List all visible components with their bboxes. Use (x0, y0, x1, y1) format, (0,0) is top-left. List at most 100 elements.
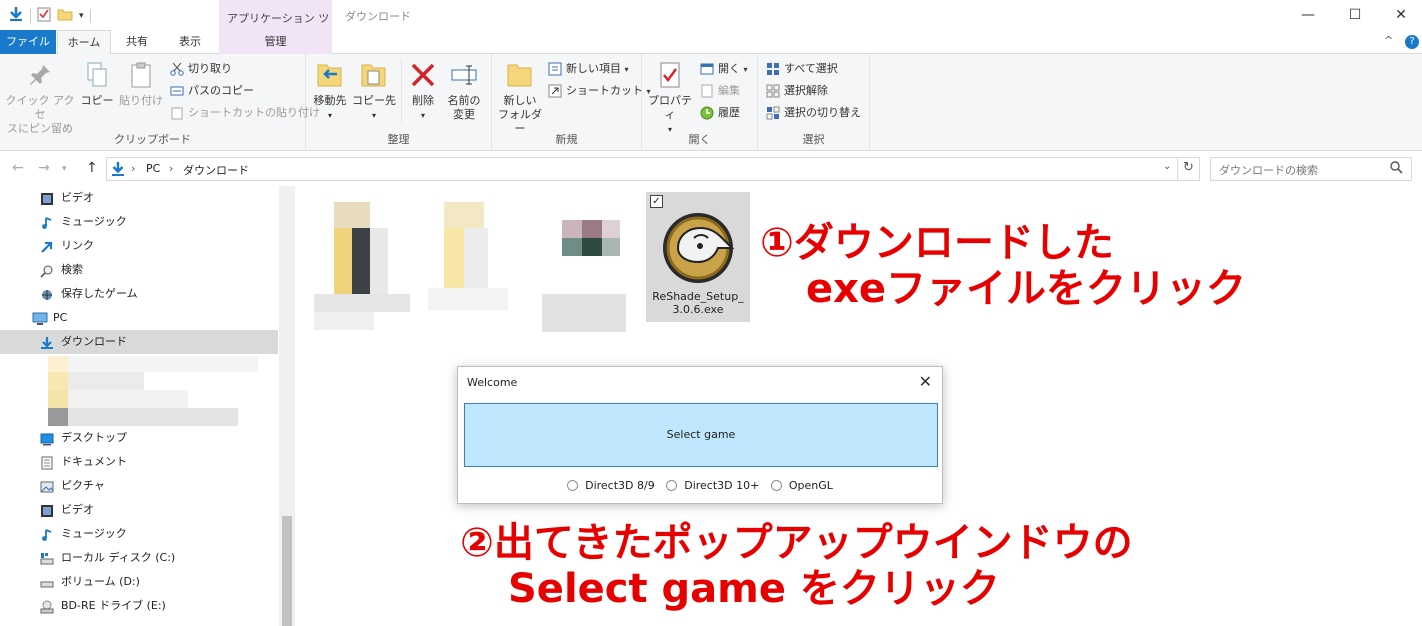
copy-path-button[interactable]: パスのコピー (170, 81, 254, 101)
annotation-step2-line1: ②出てきたポップアップウインドウの (460, 520, 1133, 566)
nav-item-search[interactable]: 検索 (0, 258, 278, 282)
qat-dropdown-icon[interactable]: ▾ (79, 11, 84, 21)
invert-selection-button[interactable]: 選択の切り替え (766, 103, 861, 123)
drive-icon (40, 575, 54, 589)
nav-item-desktop[interactable]: デスクトップ (0, 426, 278, 450)
pin-icon (25, 60, 55, 90)
nav-item-bdre-drive[interactable]: BD-RE ドライブ (E:) (0, 594, 278, 618)
new-item-button[interactable]: 新しい項目 ▾ (548, 59, 629, 79)
picture-icon (40, 479, 54, 493)
welcome-dialog: Welcome ✕ Select game Direct3D 8/9 Direc… (457, 366, 943, 504)
tab-share[interactable]: 共有 (112, 30, 162, 54)
new-folder-big-icon (505, 60, 535, 90)
blurred-file-3[interactable] (542, 216, 626, 334)
copy-to-button[interactable]: コピー先 ▾ (352, 60, 396, 123)
maximize-button[interactable]: ☐ (1332, 4, 1378, 26)
edit-button[interactable]: 編集 (700, 81, 740, 101)
paste-button[interactable]: 貼り付け (118, 60, 164, 108)
address-input[interactable]: › PC › ダウンロード ⌄ ↻ (106, 157, 1200, 181)
nav-item-music[interactable]: ミュージック (0, 210, 278, 234)
navigation-pane: ビデオ ミュージック リンク 検索 保存したゲーム PC ダウンロード デスクト… (0, 186, 278, 626)
blurred-file-2[interactable] (428, 198, 508, 310)
radio-opengl[interactable]: OpenGL (770, 479, 833, 492)
select-all-button[interactable]: すべて選択 (766, 59, 838, 79)
close-button[interactable]: ✕ (1378, 4, 1422, 26)
minimize-button[interactable]: — (1285, 4, 1331, 26)
group-open: プロパティ ▾ 開く ▾ 編集 履歴 開く (642, 54, 758, 151)
back-arrow-icon[interactable]: ← (12, 160, 24, 176)
nav-scroll-thumb[interactable] (282, 516, 292, 626)
tab-manage[interactable]: 管理 (219, 30, 332, 54)
copy-button[interactable]: コピー (80, 60, 114, 108)
blurred-file-1[interactable] (314, 198, 410, 330)
tab-view[interactable]: 表示 (164, 30, 216, 54)
title-bar: ▾ アプリケーション ツール ダウンロード — ☐ ✕ (0, 0, 1422, 41)
nav-item-volume-d[interactable]: ボリューム (D:) (0, 570, 278, 594)
history-button[interactable]: 履歴 (700, 103, 740, 123)
recent-locations-icon[interactable]: ▾ (62, 164, 67, 174)
delete-button[interactable]: 削除 ▾ (406, 60, 440, 123)
select-game-button[interactable]: Select game (464, 403, 938, 467)
radio-direct3d-8-9[interactable]: Direct3D 8/9 (567, 479, 655, 492)
shortcut-icon (548, 84, 562, 98)
radio-direct3d-10[interactable]: Direct3D 10+ (666, 479, 759, 492)
nav-item-saved-games[interactable]: 保存したゲーム (0, 282, 278, 306)
tab-file[interactable]: ファイル (0, 30, 56, 54)
properties-button[interactable]: プロパティ ▾ (646, 60, 694, 137)
file-item-reshade-setup[interactable]: ✓ ReShade_Setup_3.0.6.exe (646, 192, 750, 322)
application-tools-header: アプリケーション ツール (219, 0, 332, 41)
nav-item-pictures[interactable]: ピクチャ (0, 474, 278, 498)
select-none-button[interactable]: 選択解除 (766, 81, 828, 101)
group-label-new: 新規 (555, 133, 578, 146)
clipboard-icon (126, 60, 156, 90)
ribbon: クイック アクセ スにピン留め コピー 貼り付け 切り取り パスのコピー ショー… (0, 54, 1422, 151)
radio-circle-icon (770, 480, 782, 491)
up-arrow-icon[interactable]: ↑ (86, 160, 98, 176)
forward-arrow-icon[interactable]: → (38, 160, 50, 176)
dialog-title: Welcome (467, 376, 518, 389)
document-icon (40, 455, 54, 470)
download-arrow-icon (40, 335, 54, 349)
nav-item-local-disk[interactable]: ローカル ディスク (C:) (0, 546, 278, 570)
video-icon (40, 503, 54, 517)
paste-shortcut-icon (170, 106, 184, 120)
new-item-icon (548, 62, 562, 76)
nav-item-downloads[interactable]: ダウンロード (0, 330, 278, 354)
rename-button[interactable]: 名前の 変更 (444, 60, 484, 122)
new-folder-button[interactable]: 新しい フォルダー (496, 60, 544, 136)
paste-shortcut-button[interactable]: ショートカットの貼り付け (170, 103, 320, 123)
cut-button[interactable]: 切り取り (170, 59, 232, 79)
breadcrumb-pc[interactable]: PC (146, 162, 160, 175)
open-button[interactable]: 開く ▾ (700, 59, 748, 79)
move-to-button[interactable]: 移動先 ▾ (310, 60, 350, 123)
video-icon (40, 191, 54, 205)
nav-item-documents[interactable]: ドキュメント (0, 450, 278, 474)
properties-check-icon[interactable] (37, 6, 51, 25)
nav-item-videos[interactable]: ビデオ (0, 186, 278, 210)
easy-access-button[interactable]: ショートカット ▾ (548, 81, 651, 101)
ribbon-collapse-icon[interactable]: ^ (1384, 34, 1393, 47)
breadcrumb-downloads[interactable]: ダウンロード (183, 162, 249, 178)
copy-icon (82, 60, 112, 90)
music-note-icon (40, 527, 54, 541)
address-dropdown-icon[interactable]: ⌄ (1163, 161, 1171, 172)
refresh-icon[interactable]: ↻ (1183, 160, 1194, 175)
tab-home[interactable]: ホーム (57, 30, 111, 55)
open-icon (700, 62, 714, 76)
desktop-icon (40, 431, 54, 446)
search-input[interactable]: ダウンロードの検索 (1210, 157, 1412, 181)
pin-quick-access-button[interactable]: クイック アクセ スにピン留め (4, 60, 76, 136)
nav-item-links[interactable]: リンク (0, 234, 278, 258)
dialog-close-button[interactable]: ✕ (919, 372, 932, 391)
new-folder-icon[interactable] (57, 7, 73, 24)
nav-item-music-2[interactable]: ミュージック (0, 522, 278, 546)
select-all-icon (766, 62, 780, 76)
annotation-step1-line2: exeファイルをクリック (806, 266, 1247, 312)
scissors-icon (170, 62, 184, 76)
nav-item-pc[interactable]: PC (0, 306, 278, 330)
nav-item-videos-2[interactable]: ビデオ (0, 498, 278, 522)
group-label-clipboard: クリップボード (114, 133, 191, 146)
breadcrumb-separator-icon: › (131, 162, 136, 175)
help-icon[interactable]: ? (1405, 35, 1419, 49)
download-arrow-icon[interactable] (8, 6, 24, 25)
